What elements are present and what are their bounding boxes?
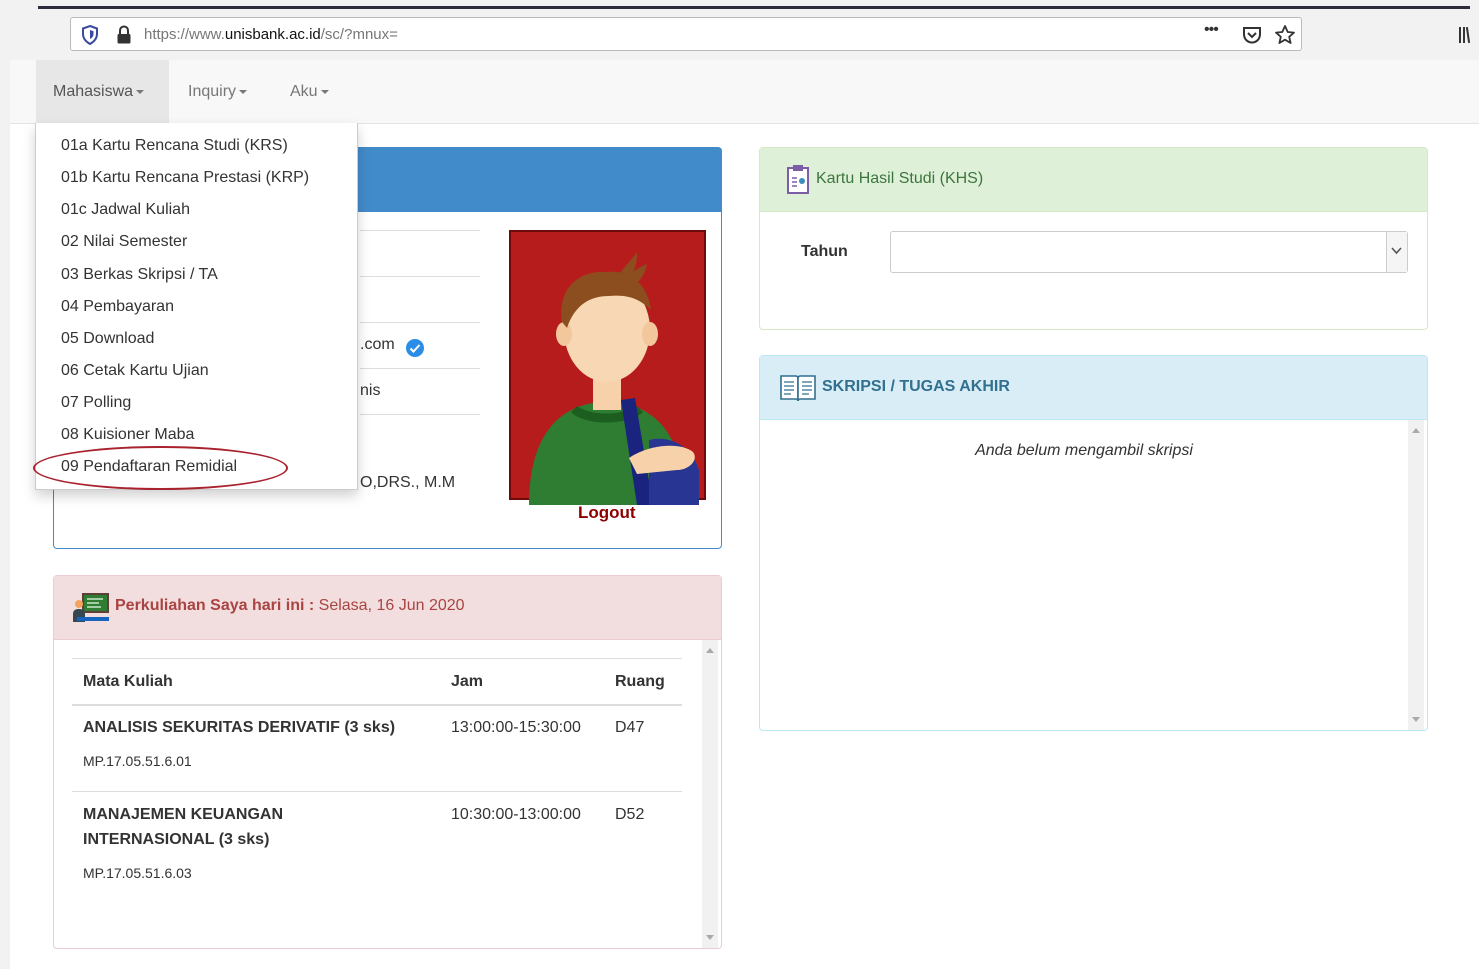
fakultas-text: nis	[360, 382, 381, 399]
shield-icon[interactable]	[81, 25, 99, 45]
course-time: 10:30:00-13:00:00	[451, 806, 581, 823]
star-icon[interactable]	[1274, 24, 1296, 46]
book-icon	[780, 375, 816, 402]
caret-down-icon	[320, 89, 329, 94]
highlight-annotation	[33, 446, 288, 490]
nav-mahasiswa[interactable]: Mahasiswa	[36, 60, 169, 123]
avatar	[509, 230, 706, 505]
schedule-title: Perkuliahan Saya hari ini :	[115, 597, 315, 614]
logout-link[interactable]: Logout	[578, 503, 636, 523]
nav-aku[interactable]: Aku	[290, 60, 329, 123]
menu-item-kuisioner-maba[interactable]: 08 Kuisioner Maba	[61, 426, 194, 444]
schedule-date: Selasa, 16 Jun 2020	[318, 597, 465, 614]
caret-down-icon	[136, 89, 145, 94]
schedule-panel-header: Perkuliahan Saya hari ini : Selasa, 16 J…	[54, 576, 721, 640]
lock-icon[interactable]	[116, 25, 132, 45]
khs-panel-header: Kartu Hasil Studi (KHS)	[760, 148, 1427, 212]
schedule-panel: Perkuliahan Saya hari ini : Selasa, 16 J…	[53, 575, 722, 949]
schedule-scroll-area[interactable]: Mata Kuliah Jam Ruang ANALISIS SEKURITAS…	[72, 658, 682, 938]
menu-item-berkas-skripsi[interactable]: 03 Berkas Skripsi / TA	[61, 266, 218, 284]
menu-item-krs[interactable]: 01a Kartu Rencana Studi (KRS)	[61, 137, 288, 155]
course-name-line1: MANAJEMEN KEUANGAN	[83, 806, 284, 823]
address-bar[interactable]: https://www.unisbank.ac.id/sc/?mnux= •••	[70, 17, 1302, 51]
menu-item-nilai-semester[interactable]: 02 Nilai Semester	[61, 233, 187, 251]
course-name-line2: INTERNASIONAL (3 sks)	[83, 831, 270, 848]
tahun-label: Tahun	[801, 243, 848, 260]
report-card-icon	[787, 165, 809, 194]
menu-item-polling[interactable]: 07 Polling	[61, 394, 131, 412]
dosen-wali-text: O,DRS., M.M	[360, 474, 456, 491]
caret-down-icon	[239, 89, 248, 94]
schedule-scrollbar[interactable]	[702, 640, 718, 948]
course-time: 13:00:00-15:30:00	[451, 719, 581, 736]
nav-inquiry[interactable]: Inquiry	[188, 60, 248, 123]
skripsi-empty-message: Anda belum mengambil skripsi	[975, 442, 1193, 459]
course-room: D52	[615, 806, 645, 823]
classroom-icon	[73, 593, 109, 622]
url-text[interactable]: https://www.unisbank.ac.id/sc/?mnux=	[144, 26, 398, 43]
col-header-mata-kuliah: Mata Kuliah	[83, 673, 173, 690]
scroll-up-icon[interactable]	[706, 648, 714, 653]
browser-top-border	[38, 6, 1470, 9]
menu-item-cetak-kartu-ujian[interactable]: 06 Cetak Kartu Ujian	[61, 362, 209, 380]
scroll-down-icon[interactable]	[1412, 717, 1420, 722]
menu-item-krp[interactable]: 01b Kartu Rencana Prestasi (KRP)	[61, 169, 309, 187]
pocket-icon[interactable]	[1241, 24, 1263, 46]
skripsi-panel: SKRIPSI / TUGAS AKHIR Anda belum mengamb…	[759, 355, 1428, 731]
more-icon[interactable]: •••	[1204, 21, 1226, 43]
tahun-select[interactable]	[890, 231, 1408, 273]
verified-check-icon	[406, 339, 424, 357]
scroll-up-icon[interactable]	[1412, 428, 1420, 433]
select-dropdown-button[interactable]	[1386, 232, 1407, 272]
mahasiswa-dropdown-menu: 01a Kartu Rencana Studi (KRS) 01b Kartu …	[35, 123, 358, 490]
col-header-jam: Jam	[451, 673, 484, 690]
khs-title: Kartu Hasil Studi (KHS)	[816, 170, 984, 187]
skripsi-panel-header: SKRIPSI / TUGAS AKHIR	[760, 356, 1427, 420]
chevron-down-icon	[1391, 247, 1402, 255]
scroll-down-icon[interactable]	[706, 935, 714, 940]
course-room: D47	[615, 719, 645, 736]
course-name: ANALISIS SEKURITAS DERIVATIF (3 sks)	[83, 719, 396, 736]
main-navbar: Mahasiswa Inquiry Aku	[10, 60, 1479, 124]
course-code: MP.17.05.51.6.01	[83, 753, 192, 769]
library-icon[interactable]	[1458, 25, 1472, 45]
skripsi-title: SKRIPSI / TUGAS AKHIR	[822, 378, 1010, 395]
khs-panel: Kartu Hasil Studi (KHS) Tahun	[759, 147, 1428, 330]
col-header-ruang: Ruang	[615, 673, 665, 690]
menu-item-download[interactable]: 05 Download	[61, 330, 154, 348]
skripsi-scrollbar[interactable]	[1408, 420, 1424, 730]
menu-item-pembayaran[interactable]: 04 Pembayaran	[61, 298, 174, 316]
menu-item-jadwal-kuliah[interactable]: 01c Jadwal Kuliah	[61, 201, 190, 219]
email-text: .com	[360, 336, 395, 353]
course-code: MP.17.05.51.6.03	[83, 865, 192, 881]
